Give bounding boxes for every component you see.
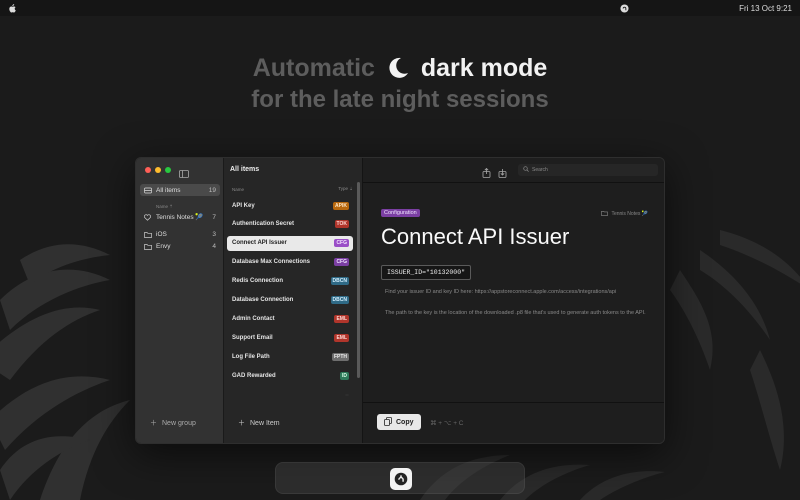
folder-icon xyxy=(144,231,153,238)
list-title: All items xyxy=(230,166,260,173)
window-controls xyxy=(145,167,171,173)
list-row[interactable]: Authentication Secret TOK xyxy=(227,217,353,232)
type-badge: ID xyxy=(340,371,349,380)
search-placeholder: Search xyxy=(532,167,548,173)
list-row[interactable]: Support Email EML xyxy=(227,330,353,345)
sidebar-item-count: 7 xyxy=(212,213,216,221)
copy-button[interactable]: Copy xyxy=(377,414,421,430)
item-folder[interactable]: Tennis Notes 🎾 xyxy=(601,210,648,218)
list-row-label: Authentication Secret xyxy=(232,221,295,228)
tray-icon xyxy=(144,187,153,194)
sidebar-item-label: Tennis Notes 🎾 xyxy=(156,214,204,221)
app-status-icon[interactable] xyxy=(620,3,629,13)
sidebar-item-label: Envy xyxy=(156,242,171,250)
list-row-label: Admin Contact xyxy=(232,315,275,322)
folder-icon xyxy=(144,243,153,250)
sidebar-item-all-items[interactable]: All items 19 xyxy=(140,184,220,196)
type-badge: DBCN xyxy=(330,277,349,286)
import-icon[interactable] xyxy=(498,165,507,183)
column-header-type[interactable]: Type ⇣ xyxy=(338,186,353,192)
dock xyxy=(275,462,525,494)
type-chip: Configuration xyxy=(381,209,420,217)
item-title: Connect API Issuer xyxy=(381,224,570,249)
list-row[interactable]: GAD Rewarded ID xyxy=(227,368,353,383)
app-dock-icon[interactable] xyxy=(390,468,412,490)
list-row-label: Database Max Connections xyxy=(232,259,311,266)
close-button[interactable] xyxy=(145,167,151,173)
headline-line-2: for the late night sessions xyxy=(251,86,549,113)
list-row[interactable]: Admin Contact EML xyxy=(227,311,353,326)
type-badge xyxy=(345,393,349,396)
copy-shortcut: ⌘ + ⌥ + C xyxy=(430,420,464,427)
sidebar-item-count: 3 xyxy=(212,230,216,238)
list-row-label: Redis Connection xyxy=(232,278,284,285)
sidebar-item-count: 4 xyxy=(212,242,216,250)
list-row-label: GAD Rewarded xyxy=(232,372,276,379)
list-row-label: API Key xyxy=(232,202,255,209)
folder-icon xyxy=(601,210,609,218)
list-row[interactable]: Log File Path FPTH xyxy=(227,349,353,364)
list-row[interactable]: Redis Connection DBCN xyxy=(227,274,353,289)
new-group-button[interactable]: ＋ New group xyxy=(150,418,196,428)
plus-icon: ＋ xyxy=(150,420,157,427)
type-badge: DBCN xyxy=(330,296,349,304)
menubar-clock[interactable]: Fri 13 Oct 9:21 xyxy=(739,4,792,13)
list-row[interactable]: API Key APIK xyxy=(227,198,353,213)
column-header-name[interactable]: Name xyxy=(232,187,244,192)
list-row[interactable]: Database Connection DBCN xyxy=(227,293,353,308)
copy-label: Copy xyxy=(396,418,414,426)
item-folder-label: Tennis Notes 🎾 xyxy=(611,211,648,217)
sidebar-section-header[interactable]: Name ⇡ xyxy=(156,204,173,210)
plus-icon: ＋ xyxy=(238,420,245,427)
new-item-button[interactable]: ＋ New Item xyxy=(238,418,280,428)
type-badge: EML xyxy=(334,314,349,323)
sidebar-item-count: 19 xyxy=(208,186,216,194)
sidebar-item-ios[interactable]: iOS 3 xyxy=(140,228,220,240)
share-icon[interactable] xyxy=(482,165,491,183)
list-row[interactable]: Connect API Issuer CFG xyxy=(227,235,353,251)
items-list: All items Name Type ⇣ API Key APIK Authent… xyxy=(224,158,363,443)
heart-icon xyxy=(144,213,153,221)
list-row-label: Support Email xyxy=(232,334,273,341)
search-icon xyxy=(523,166,529,174)
headline-suffix: dark mode xyxy=(420,54,548,82)
item-note-2: The path to the key is the location of t… xyxy=(385,310,646,316)
type-badge: CFG xyxy=(334,239,349,248)
type-badge: EML xyxy=(334,333,349,342)
headline-line-1: Automatic dark mode xyxy=(0,54,800,87)
sidebar-item-label: iOS xyxy=(156,230,167,238)
detail-pane: Search Configuration Tennis Notes 🎾 Conn… xyxy=(363,158,664,443)
apple-icon[interactable] xyxy=(8,3,16,13)
type-badge: FPTH xyxy=(331,352,349,361)
new-item-label: New Item xyxy=(250,419,280,427)
list-row-label: Log File Path xyxy=(232,353,270,360)
minimize-button[interactable] xyxy=(155,167,161,173)
list-header: Name Type ⇣ xyxy=(224,182,363,196)
list-scrollbar[interactable] xyxy=(357,182,360,378)
sidebar-item-envy[interactable]: Envy 4 xyxy=(140,240,220,252)
sidebar-item-label: All items xyxy=(156,186,181,194)
sidebar: All items 19 Name ⇡ Tennis Notes 🎾 7 iOS… xyxy=(136,158,224,443)
menu-bar: Fri 13 Oct 9:21 xyxy=(0,0,800,16)
type-badge: APIK xyxy=(333,201,349,210)
copy-icon xyxy=(384,416,392,428)
search-input[interactable]: Search xyxy=(518,164,658,176)
type-badge: TOK xyxy=(334,220,349,229)
headline-prefix: Automatic xyxy=(252,54,375,82)
sidebar-item-tennis-notes[interactable]: Tennis Notes 🎾 7 xyxy=(140,211,220,223)
new-group-label: New group xyxy=(162,419,196,427)
app-window: All items 19 Name ⇡ Tennis Notes 🎾 7 iOS… xyxy=(135,157,665,444)
item-value[interactable]: ISSUER_ID="10132000" xyxy=(381,265,472,280)
zoom-button[interactable] xyxy=(165,167,171,173)
list-row[interactable] xyxy=(227,387,353,402)
footer-divider xyxy=(363,402,664,403)
item-note-1: Find your issuer ID and key ID here: htt… xyxy=(385,289,617,295)
type-badge: CFG xyxy=(334,258,349,267)
list-row[interactable]: Database Max Connections CFG xyxy=(227,255,353,270)
moon-icon xyxy=(386,56,410,87)
toolbar-divider xyxy=(363,182,664,183)
list-row-label: Connect API Issuer xyxy=(232,240,287,247)
sidebar-toggle-icon[interactable] xyxy=(179,165,189,183)
list-row-label: Database Connection xyxy=(232,297,294,303)
